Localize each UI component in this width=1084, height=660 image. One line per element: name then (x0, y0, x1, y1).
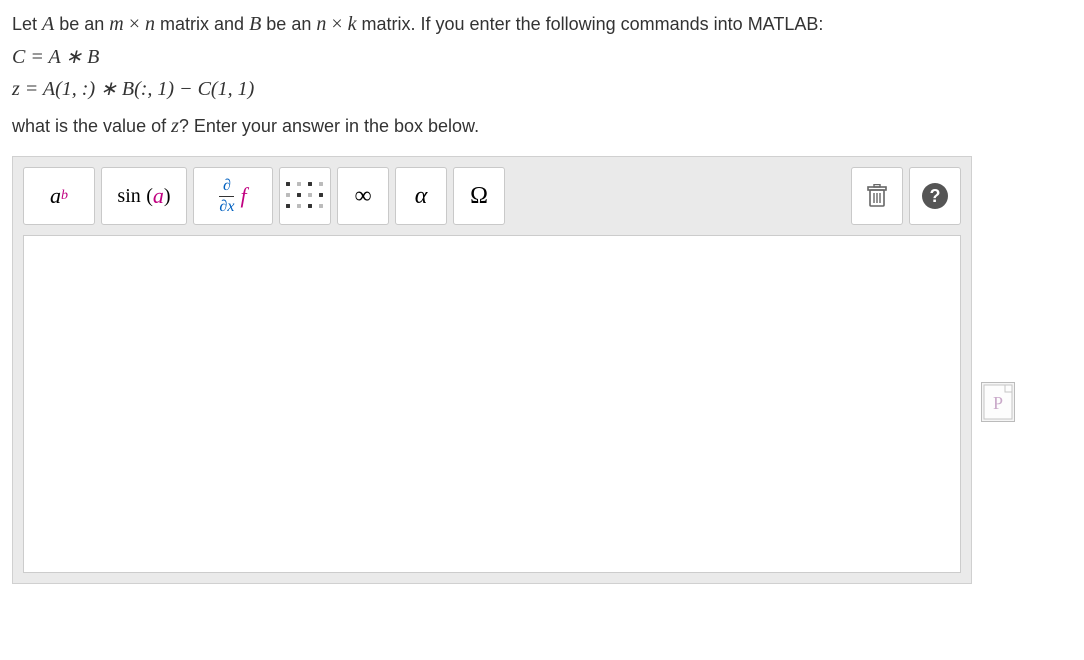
omega-icon: Ω (470, 183, 488, 210)
paren-l: ( (146, 185, 153, 208)
q-text: Let (12, 14, 42, 34)
prompt-line: what is the value of z? Enter your answe… (12, 110, 1072, 142)
paren-r: ) (164, 185, 171, 208)
times-op: × (124, 13, 145, 35)
derivative-icon: ∂ ∂x f (219, 178, 246, 215)
var-m: m (109, 13, 123, 35)
var-k: k (348, 13, 357, 35)
alpha-icon: α (415, 183, 428, 210)
prompt-prefix: what is the value of (12, 116, 171, 136)
sin-arg: a (153, 183, 164, 209)
infinity-icon: ∞ (354, 183, 371, 210)
var-z: z (171, 115, 179, 137)
sin-label: sin (117, 185, 140, 208)
prompt-suffix: ? Enter your answer in the box below. (179, 116, 479, 136)
help-icon: ? (922, 183, 948, 209)
infinity-button[interactable]: ∞ (337, 167, 389, 225)
editor-toolbar: ab sin (a) ∂ ∂x f ∞ α (23, 167, 961, 225)
var-n: n (145, 13, 155, 35)
exponent-button[interactable]: ab (23, 167, 95, 225)
q-text: be an (54, 14, 109, 34)
exponent-superscript: b (61, 188, 68, 204)
trig-button[interactable]: sin (a) (101, 167, 187, 225)
var-B: B (249, 13, 261, 35)
svg-text:P: P (993, 393, 1003, 413)
q-text: matrix and (155, 14, 249, 34)
exponent-base: a (50, 183, 61, 209)
omega-button[interactable]: Ω (453, 167, 505, 225)
derivative-button[interactable]: ∂ ∂x f (193, 167, 273, 225)
matrix-icon (286, 182, 325, 210)
equation-editor: ab sin (a) ∂ ∂x f ∞ α (12, 156, 972, 584)
trash-icon (866, 184, 888, 208)
equation-side-icon[interactable]: P (981, 382, 1015, 422)
question-text: Let A be an m × n matrix and B be an n ×… (12, 8, 1072, 142)
deriv-den: ∂x (219, 196, 234, 215)
deriv-f: f (240, 183, 246, 209)
matrix-button[interactable] (279, 167, 331, 225)
help-button[interactable]: ? (909, 167, 961, 225)
times-op: × (326, 13, 347, 35)
answer-input[interactable] (23, 235, 961, 573)
clear-button[interactable] (851, 167, 903, 225)
var-A: A (42, 13, 54, 35)
q-text: matrix. If you enter the following comma… (357, 14, 824, 34)
var-n2: n (316, 13, 326, 35)
equation-1: C = A ∗ B (12, 42, 1072, 72)
q-text: be an (261, 14, 316, 34)
alpha-button[interactable]: α (395, 167, 447, 225)
equation-2: z = A(1, :) ∗ B(:, 1) − C(1, 1) (12, 74, 1072, 104)
deriv-num: ∂ (223, 178, 231, 196)
